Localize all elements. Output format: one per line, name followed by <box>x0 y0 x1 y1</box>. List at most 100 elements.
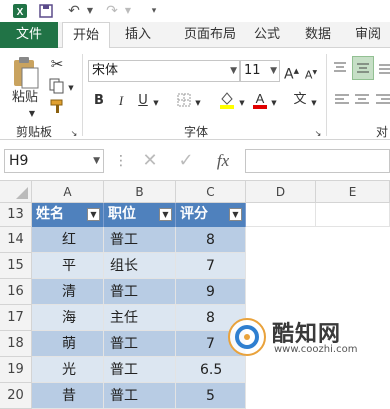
row-header[interactable]: 18 <box>0 331 32 357</box>
borders-icon[interactable] <box>176 92 192 113</box>
select-all-corner[interactable] <box>0 181 32 203</box>
font-family-select[interactable]: 宋体 ▼ <box>88 60 240 82</box>
undo-dropdown-icon[interactable]: ▼ <box>82 3 98 19</box>
cell[interactable] <box>316 203 390 227</box>
font-group-label: 字体 <box>183 125 208 139</box>
copy-dropdown-icon[interactable]: ▼ <box>66 80 76 96</box>
tab-formulas[interactable]: 公式 <box>248 22 286 48</box>
filter-dropdown-icon[interactable]: ▼ <box>229 208 242 221</box>
align-middle-button[interactable] <box>352 56 374 80</box>
grow-font-button[interactable]: A▲ <box>284 63 299 83</box>
cell[interactable] <box>246 203 316 227</box>
excel-logo-icon: X <box>12 3 28 19</box>
cut-icon[interactable]: ✂ <box>48 56 66 72</box>
tab-insert[interactable]: 插入 <box>118 22 158 48</box>
tab-file[interactable]: 文件 <box>0 22 58 48</box>
svg-text:X: X <box>17 7 24 18</box>
column-header[interactable]: E <box>316 181 390 203</box>
cell-name[interactable]: 红 <box>32 227 104 253</box>
cancel-icon: ✕ <box>142 150 158 171</box>
cell-position[interactable]: 组长 <box>104 253 176 279</box>
paste-dropdown-icon[interactable]: ▼ <box>26 106 38 122</box>
cell-name[interactable]: 清 <box>32 279 104 305</box>
watermark: 酷知网 www.coozhi.com <box>228 314 384 364</box>
borders-dropdown-icon[interactable]: ▼ <box>194 95 202 111</box>
phonetic-guide-button[interactable]: 文 <box>292 92 308 108</box>
paste-icon[interactable] <box>10 56 40 90</box>
filter-dropdown-icon[interactable]: ▼ <box>87 208 100 221</box>
cell-name[interactable]: 昔 <box>32 383 104 409</box>
row-header[interactable]: 20 <box>0 383 32 409</box>
align-right-icon[interactable] <box>376 92 390 113</box>
column-header[interactable]: A <box>32 181 104 203</box>
table-header-score[interactable]: 评分 ▼ <box>176 203 246 227</box>
cell-position[interactable]: 普工 <box>104 357 176 383</box>
alignment-group-label: 对 <box>375 125 388 139</box>
fill-color-icon[interactable] <box>218 90 236 115</box>
group-separator <box>82 54 83 136</box>
row-header[interactable]: 14 <box>0 227 32 253</box>
cell-position[interactable]: 普工 <box>104 279 176 305</box>
row-header[interactable]: 13 <box>0 203 32 227</box>
align-center-icon[interactable] <box>354 92 370 113</box>
redo-dropdown-icon: ▼ <box>124 6 132 15</box>
insert-function-icon[interactable]: fx <box>212 150 234 172</box>
font-size-select[interactable]: 11 ▼ <box>240 60 280 82</box>
svg-text:A: A <box>256 91 265 106</box>
save-icon[interactable] <box>38 3 54 19</box>
column-header[interactable]: D <box>246 181 316 203</box>
bold-button[interactable]: B <box>92 93 106 109</box>
tab-review[interactable]: 审阅 <box>348 22 388 48</box>
quick-access-toolbar <box>0 0 390 22</box>
underline-dropdown-icon[interactable]: ▼ <box>152 95 160 111</box>
table-header-position[interactable]: 职位 ▼ <box>104 203 176 227</box>
filter-dropdown-icon[interactable]: ▼ <box>159 208 172 221</box>
formula-input[interactable] <box>245 149 390 173</box>
cell-position[interactable]: 普工 <box>104 331 176 357</box>
italic-button[interactable]: I <box>114 93 128 109</box>
tab-home[interactable]: 开始 <box>62 22 110 49</box>
cell-position[interactable]: 普工 <box>104 383 176 409</box>
row-header[interactable]: 17 <box>0 305 32 331</box>
cell-score[interactable]: 9 <box>176 279 246 305</box>
cell-score[interactable]: 7 <box>176 253 246 279</box>
redo-icon: ↷ <box>106 3 118 19</box>
row-header[interactable]: 15 <box>0 253 32 279</box>
cell-score[interactable]: 8 <box>176 227 246 253</box>
watermark-logo-icon <box>228 318 266 356</box>
align-left-icon[interactable] <box>334 92 350 113</box>
font-color-icon[interactable]: A <box>252 90 268 115</box>
confirm-icon: ✓ <box>178 150 194 171</box>
cell-name[interactable]: 光 <box>32 357 104 383</box>
copy-icon[interactable] <box>48 78 66 99</box>
group-separator <box>326 54 327 136</box>
font-color-dropdown-icon[interactable]: ▼ <box>270 95 278 111</box>
row-header[interactable]: 16 <box>0 279 32 305</box>
name-box[interactable]: H9 ▼ <box>4 149 104 173</box>
cell-score[interactable]: 5 <box>176 383 246 409</box>
phonetic-dropdown-icon[interactable]: ▼ <box>310 95 318 111</box>
table-header-name[interactable]: 姓名 ▼ <box>32 203 104 227</box>
column-header[interactable]: C <box>176 181 246 203</box>
underline-button[interactable]: U <box>136 93 150 109</box>
tab-page-layout[interactable]: 页面布局 <box>172 22 248 48</box>
align-top-icon[interactable] <box>332 60 348 81</box>
cell-name[interactable]: 海 <box>32 305 104 331</box>
fill-color-dropdown-icon[interactable]: ▼ <box>238 95 246 111</box>
shrink-font-button[interactable]: A▼ <box>304 65 318 84</box>
cell-name[interactable]: 萌 <box>32 331 104 357</box>
undo-icon[interactable]: ↶ <box>66 3 82 19</box>
format-painter-icon[interactable] <box>48 98 66 119</box>
font-launcher-icon[interactable]: ↘ <box>314 126 322 142</box>
align-bottom-icon[interactable] <box>378 60 390 81</box>
cell-position[interactable]: 主任 <box>104 305 176 331</box>
customize-qat-icon[interactable]: ▾ <box>146 3 162 19</box>
column-header[interactable]: B <box>104 181 176 203</box>
tab-data[interactable]: 数据 <box>298 22 338 48</box>
clipboard-launcher-icon[interactable]: ↘ <box>70 126 78 142</box>
formula-bar-splitter-icon[interactable]: ⋮ <box>114 153 128 169</box>
paste-button[interactable]: 粘贴 <box>8 90 42 106</box>
row-header[interactable]: 19 <box>0 357 32 383</box>
cell-position[interactable]: 普工 <box>104 227 176 253</box>
cell-name[interactable]: 平 <box>32 253 104 279</box>
